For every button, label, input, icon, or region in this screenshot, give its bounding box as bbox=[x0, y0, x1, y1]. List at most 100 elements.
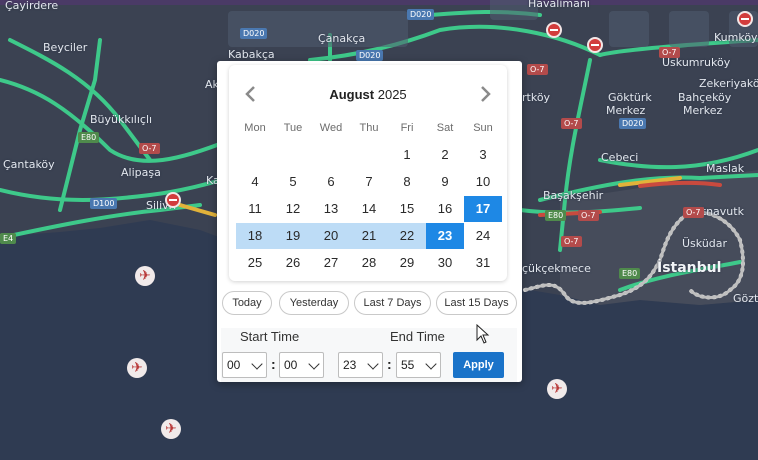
place-label: çükçekmece bbox=[522, 262, 591, 275]
calendar-day[interactable]: 8 bbox=[388, 169, 426, 195]
place-label: Başakşehir bbox=[543, 189, 604, 202]
calendar-day[interactable]: 20 bbox=[312, 223, 350, 249]
place-label: Merkez bbox=[683, 104, 723, 117]
place-label: Zekeriyaköy bbox=[699, 77, 758, 90]
end-time-label: End Time bbox=[390, 329, 445, 344]
calendar-day[interactable]: 11 bbox=[236, 196, 274, 222]
place-label: Çayirdere bbox=[5, 0, 59, 12]
start-minute-select[interactable]: 00 bbox=[279, 352, 324, 378]
place-label: Alipaşa bbox=[121, 166, 161, 179]
road-closure-icon[interactable] bbox=[587, 37, 603, 53]
calendar-day[interactable]: 22 bbox=[388, 223, 426, 249]
calendar-day[interactable]: 14 bbox=[350, 196, 388, 222]
user-icon[interactable] bbox=[609, 11, 649, 47]
place-label: rtköy bbox=[522, 91, 551, 104]
airport-icon[interactable]: ✈ bbox=[547, 379, 567, 399]
weekday-header: Sun bbox=[473, 122, 493, 134]
end-hour-select[interactable]: 23 bbox=[338, 352, 383, 378]
calendar-day[interactable]: 10 bbox=[464, 169, 502, 195]
last-15-days-button[interactable]: Last 15 Days bbox=[436, 291, 517, 315]
calendar-day[interactable]: 19 bbox=[274, 223, 312, 249]
road-shield: E80 bbox=[619, 268, 641, 279]
place-label: Havalimanı bbox=[528, 0, 590, 10]
place-label: Maslak bbox=[706, 162, 745, 175]
place-label: Merkez bbox=[606, 104, 646, 117]
airport-icon[interactable]: ✈ bbox=[135, 266, 155, 286]
place-label: İstanbul bbox=[657, 260, 722, 276]
calendar-day[interactable]: 3 bbox=[464, 142, 502, 168]
place-label: Çanakça bbox=[318, 32, 366, 45]
calendar-day[interactable]: 7 bbox=[350, 169, 388, 195]
start-minute-value: 00 bbox=[284, 358, 298, 372]
calendar-day[interactable]: 1 bbox=[388, 142, 426, 168]
road-shield: O-7 bbox=[139, 143, 160, 154]
chevron-down-icon bbox=[367, 358, 379, 370]
calendar-day[interactable]: 29 bbox=[388, 250, 426, 276]
road-closure-icon[interactable] bbox=[546, 22, 562, 38]
calendar-day[interactable]: 12 bbox=[274, 196, 312, 222]
apply-button[interactable]: Apply bbox=[453, 352, 504, 378]
calendar-day[interactable]: 25 bbox=[236, 250, 274, 276]
weekday-header: Fri bbox=[400, 122, 414, 134]
road-shield: O-7 bbox=[561, 118, 582, 129]
road-shield: O-7 bbox=[527, 64, 548, 75]
road-shield: E80 bbox=[545, 210, 567, 221]
road-closure-icon[interactable] bbox=[165, 192, 181, 208]
road-shield: D100 bbox=[90, 198, 118, 209]
calendar-day[interactable]: 28 bbox=[350, 250, 388, 276]
last-7-days-button[interactable]: Last 7 Days bbox=[354, 291, 431, 315]
calendar-day[interactable]: 18 bbox=[236, 223, 274, 249]
road-shield: O-7 bbox=[578, 210, 599, 221]
road-shield: D020 bbox=[407, 9, 435, 20]
road-closure-icon[interactable] bbox=[737, 11, 753, 27]
road-shield: D020 bbox=[619, 118, 647, 129]
calendar-day[interactable]: 26 bbox=[274, 250, 312, 276]
place-label: Bahçeköy bbox=[678, 91, 732, 104]
today-button[interactable]: Today bbox=[222, 291, 272, 315]
place-label: Büyükkılıçlı bbox=[90, 113, 153, 126]
road-shield: O-7 bbox=[659, 47, 680, 58]
weekday-header: Wed bbox=[319, 122, 343, 134]
place-label: Beyciler bbox=[43, 41, 88, 54]
calendar-day[interactable]: 15 bbox=[388, 196, 426, 222]
start-hour-select[interactable]: 00 bbox=[222, 352, 267, 378]
chevron-down-icon bbox=[308, 358, 320, 370]
end-hour-value: 23 bbox=[343, 358, 357, 372]
calendar-day[interactable]: 9 bbox=[426, 169, 464, 195]
calendar-day[interactable]: 2 bbox=[426, 142, 464, 168]
road-shield: D020 bbox=[240, 28, 268, 39]
calendar-day[interactable]: 24 bbox=[464, 223, 502, 249]
time-separator: : bbox=[387, 356, 392, 372]
calendar: August 2025 Mon Tue Wed Thu Fri Sat Sun 123456… bbox=[229, 65, 507, 281]
calendar-day[interactable]: 30 bbox=[426, 250, 464, 276]
place-label: Kumköy bbox=[714, 31, 758, 44]
place-label: Cebeci bbox=[601, 151, 639, 164]
start-time-label: Start Time bbox=[240, 329, 300, 344]
fullscreen-icon[interactable] bbox=[669, 11, 709, 47]
calendar-day[interactable]: 21 bbox=[350, 223, 388, 249]
calendar-day[interactable]: 5 bbox=[274, 169, 312, 195]
calendar-day[interactable]: 16 bbox=[426, 196, 464, 222]
weekday-header: Thu bbox=[359, 122, 379, 134]
month-title: August 2025 bbox=[229, 87, 507, 102]
chevron-down-icon bbox=[251, 358, 263, 370]
place-label: Kabakça bbox=[228, 48, 275, 61]
place-label: Çantaköy bbox=[3, 158, 55, 171]
time-separator: : bbox=[271, 356, 276, 372]
calendar-day[interactable]: 6 bbox=[312, 169, 350, 195]
yesterday-button[interactable]: Yesterday bbox=[279, 291, 349, 315]
airport-icon[interactable]: ✈ bbox=[127, 358, 147, 378]
calendar-day[interactable]: 17 bbox=[464, 196, 502, 222]
road-shield: E4 bbox=[0, 233, 17, 244]
chevron-right-icon[interactable] bbox=[475, 83, 495, 105]
month-label: August bbox=[329, 87, 375, 102]
end-minute-select[interactable]: 55 bbox=[396, 352, 441, 378]
airport-icon[interactable]: ✈ bbox=[161, 419, 181, 439]
chevron-down-icon bbox=[425, 358, 437, 370]
place-label: Üsküdar bbox=[682, 237, 728, 250]
calendar-day[interactable]: 27 bbox=[312, 250, 350, 276]
calendar-day[interactable]: 13 bbox=[312, 196, 350, 222]
calendar-day[interactable]: 23 bbox=[426, 223, 464, 249]
calendar-day[interactable]: 31 bbox=[464, 250, 502, 276]
calendar-day[interactable]: 4 bbox=[236, 169, 274, 195]
